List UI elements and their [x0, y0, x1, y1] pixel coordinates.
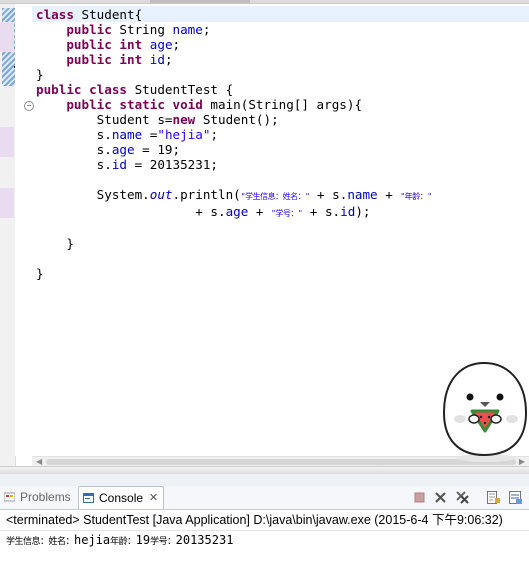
tab-console[interactable]: Console ✕: [78, 486, 165, 510]
output-label-id: 学号：: [150, 537, 176, 547]
tab-console-label: Console: [99, 491, 144, 505]
code-token: System.: [96, 187, 150, 202]
panel-divider[interactable]: [0, 474, 529, 486]
code-token: s.: [96, 157, 112, 172]
code-token: }: [36, 67, 44, 82]
output-label-name: 学生信息：姓名：: [6, 537, 75, 547]
code-token: +: [377, 187, 401, 202]
code-token: age: [149, 37, 173, 52]
console-icon: [83, 493, 94, 503]
overview-ruler[interactable]: [0, 4, 16, 474]
code-token: +: [248, 204, 272, 219]
terminate-icon[interactable]: [412, 490, 427, 505]
tab-problems-label: Problems: [20, 490, 71, 504]
code-token: age: [225, 204, 249, 219]
code-token: ;: [210, 127, 219, 142]
code-token: age: [111, 142, 135, 157]
output-name: hejia: [74, 533, 111, 547]
code-token: "学生信息：姓名：": [240, 192, 310, 201]
source-code[interactable]: class Student{ public String name; publi…: [36, 7, 432, 281]
output-label-age: 年龄：: [110, 537, 136, 547]
code-token: ;: [202, 22, 211, 37]
code-token: + s.: [309, 187, 348, 202]
code-token: public: [66, 22, 112, 37]
code-token: out: [149, 187, 173, 202]
code-token: ;: [164, 52, 173, 67]
code-token: id: [111, 157, 128, 172]
penguin-watermelon-sticker: [442, 361, 528, 462]
code-token: id: [149, 52, 165, 67]
ruler-annotation: [0, 188, 14, 218]
code-token: main(String[] args){: [202, 97, 363, 112]
code-token: + s.: [187, 204, 226, 219]
code-token: }: [66, 236, 74, 251]
console-launch-info: <terminated> StudentTest [Java Applicati…: [0, 510, 529, 530]
code-token: class: [36, 7, 74, 22]
code-token: ;: [172, 37, 181, 52]
code-token: = 19;: [134, 142, 181, 157]
code-token: = 20135231;: [127, 157, 219, 172]
code-token: id: [340, 204, 356, 219]
code-token: public static void: [66, 97, 203, 112]
editor-gutter: [15, 4, 32, 456]
console-tab-bar: Problems Console ✕: [0, 486, 529, 510]
code-token: .println(: [172, 187, 241, 202]
console-output[interactable]: 学生信息：姓名：hejia年龄：19学号：20135231: [0, 530, 529, 562]
code-token: Student{: [73, 7, 143, 22]
tab-problems[interactable]: Problems: [2, 486, 71, 509]
code-token: =: [142, 127, 158, 142]
output-age: 19: [135, 533, 151, 547]
code-token: StudentTest {: [127, 82, 234, 97]
scroll-lock-icon[interactable]: [486, 490, 501, 505]
problems-icon: [4, 492, 15, 502]
code-token: "学号：": [271, 209, 303, 218]
code-token: name: [111, 127, 143, 142]
editor-tab-strip: [0, 0, 529, 4]
code-token: );: [355, 204, 371, 219]
code-token: public class: [36, 82, 127, 97]
code-token: }: [36, 266, 44, 281]
code-token: int: [111, 37, 143, 52]
ruler-annotation: [0, 127, 14, 157]
code-token: + s.: [302, 204, 341, 219]
code-token: name: [172, 22, 203, 37]
code-token: "hejia": [157, 127, 211, 142]
code-token: s.: [96, 142, 112, 157]
code-token: Student s=: [96, 112, 173, 127]
code-token: new: [172, 112, 196, 127]
code-token: name: [347, 187, 378, 202]
code-token: "年龄：": [400, 192, 432, 201]
code-token: public: [66, 52, 112, 67]
code-token: Student();: [195, 112, 279, 127]
code-token: String: [111, 22, 173, 37]
close-icon[interactable]: ✕: [149, 487, 158, 510]
code-token: s.: [96, 127, 112, 142]
fold-collapse-icon[interactable]: −: [24, 101, 34, 111]
remove-launch-icon[interactable]: [433, 490, 448, 505]
output-id: 20135231: [175, 533, 234, 547]
code-token: int: [111, 52, 143, 67]
word-wrap-icon[interactable]: [508, 490, 523, 505]
editor-tab-stub[interactable]: [150, 0, 250, 3]
code-token: public: [66, 37, 112, 52]
ruler-annotation: [0, 22, 14, 52]
remove-all-terminated-icon[interactable]: [455, 490, 470, 505]
